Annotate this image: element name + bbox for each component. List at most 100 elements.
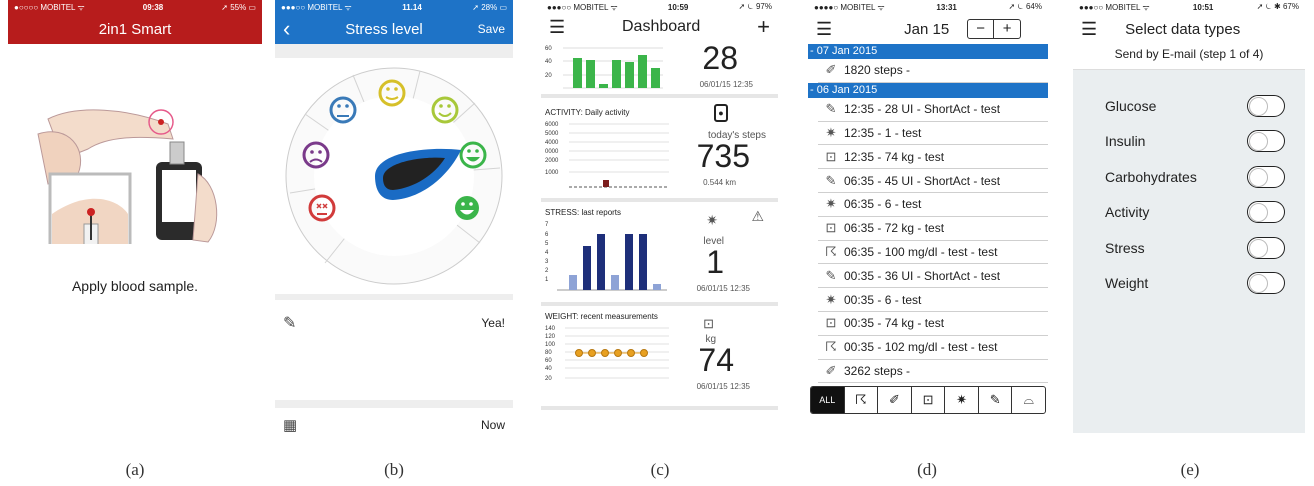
entry-list[interactable]: - 07 Jan 2015 ✐ 1820 steps -- 06 Jan 2015 ✎…	[808, 44, 1048, 384]
svg-text:60: 60	[545, 358, 552, 364]
list-item-text: 00:35 - 36 UI - ShortAct - test	[844, 268, 1001, 283]
list-item-text: 06:35 - 100 mg/dl - test - test	[844, 244, 998, 259]
list-item[interactable]: ☈ 06:35 - 100 mg/dl - test - test	[818, 241, 1048, 265]
bar	[625, 62, 634, 88]
battery-text: ➚ ⏾ 97%	[738, 2, 772, 11]
carrier-text: ●●●○○ MOBITEL ᯤ	[547, 2, 618, 12]
svg-text:1: 1	[545, 277, 549, 283]
stress-card[interactable]: STRESS: last reports 765 4321 ✷ ⚠ level …	[541, 202, 778, 306]
bread-icon[interactable]: ⌓	[1011, 387, 1045, 413]
svg-text:40: 40	[545, 366, 552, 372]
syringe-icon[interactable]: ✎	[977, 387, 1012, 413]
data-type-label: Weight	[1105, 275, 1149, 292]
menu-icon[interactable]: ☰	[816, 19, 832, 40]
screen-d: ●●●●○ MOBITEL ᯤ 13:31 ➚ ⏾ 64% ☰ Jan 15 −…	[808, 0, 1048, 433]
data-type-row: Weight	[1105, 266, 1285, 302]
data-type-label: Carbohydrates	[1105, 168, 1197, 185]
list-item-text: 06:35 - 72 kg - test	[844, 221, 945, 236]
nav-bar: ☰ Select data types	[1073, 14, 1305, 44]
divider	[275, 294, 513, 300]
toggle-switch[interactable]	[1247, 94, 1285, 117]
carrier-text: ●●●○○ MOBITEL ᯤ	[1079, 2, 1150, 12]
toggle-switch[interactable]	[1247, 236, 1285, 259]
next-button[interactable]: +	[994, 20, 1020, 38]
shoe-icon[interactable]: ✐	[877, 387, 911, 413]
caption-d: (d)	[917, 460, 937, 479]
list-item[interactable]: ✐ 1820 steps -	[818, 59, 1048, 83]
svg-text:7: 7	[545, 222, 549, 228]
toggle-switch[interactable]	[1247, 201, 1285, 224]
stress-chart: 7 6 5 4 3 2 1	[545, 222, 667, 291]
bar	[599, 84, 608, 88]
list-item[interactable]: ✐ 3262 steps -	[818, 360, 1048, 384]
add-icon[interactable]: +	[757, 14, 770, 40]
list-item[interactable]: ✎ 00:35 - 36 UI - ShortAct - test	[818, 264, 1048, 289]
carrier-text: ●●●●○ MOBITEL ᯤ	[814, 2, 885, 12]
date-value: Now	[480, 418, 505, 432]
nav-bar: ‹ Stress level Save	[275, 14, 513, 44]
battery-text: ➚ 55% ▭	[221, 2, 256, 12]
shoe-icon: ✐	[825, 362, 837, 378]
filter-all-button[interactable]: ALL	[811, 387, 844, 413]
bar	[603, 180, 609, 187]
weight-timestamp: 06/01/15 12:35	[696, 382, 750, 391]
svg-text:5: 5	[545, 241, 549, 247]
data-type-row: Activity	[1105, 195, 1285, 231]
caption-e: (e)	[1180, 460, 1200, 479]
smiley-very-happy-icon[interactable]	[455, 196, 479, 220]
scale-icon[interactable]: ⊡	[910, 387, 945, 413]
previous-button[interactable]: −	[968, 20, 995, 38]
list-item[interactable]: ✷ 12:35 - 1 - test	[818, 122, 1048, 146]
list-item[interactable]: ✷ 06:35 - 6 - test	[818, 193, 1048, 217]
activity-label: ACTIVITY: Daily activity	[545, 108, 630, 117]
toggle-switch[interactable]	[1247, 272, 1285, 295]
toggle-switch[interactable]	[1247, 130, 1285, 153]
glucose-value: 28	[702, 40, 738, 76]
list-item[interactable]: ✷ 00:35 - 6 - test	[818, 288, 1048, 312]
divider	[275, 44, 513, 58]
list-item[interactable]: ✎ 06:35 - 45 UI - ShortAct - test	[818, 169, 1048, 193]
point	[627, 349, 635, 357]
list-item-text: 06:35 - 6 - test	[844, 197, 922, 212]
blood-sample-illustration	[37, 109, 218, 244]
svg-text:4000: 4000	[545, 140, 559, 146]
date-stepper: − +	[967, 19, 1022, 39]
note-row[interactable]: ✎ Yea!	[275, 306, 513, 340]
save-button[interactable]: Save	[478, 22, 505, 36]
svg-text:2000: 2000	[545, 158, 559, 164]
activity-card[interactable]: ACTIVITY: Daily activity 6000 5000 4000 00…	[541, 98, 778, 202]
caption-b: (b)	[384, 460, 404, 479]
list-item-text: 12:35 - 74 kg - test	[844, 149, 945, 164]
point	[575, 349, 583, 357]
glucose-timestamp: 06/01/15 12:35	[699, 80, 753, 89]
battery-text: ➚ 28% ▭	[472, 2, 507, 12]
svg-text:5000: 5000	[545, 131, 559, 137]
back-icon[interactable]: ‹	[283, 16, 290, 42]
list-item[interactable]: ⊡ 12:35 - 74 kg - test	[818, 145, 1048, 170]
bar	[612, 60, 621, 88]
step-subtitle: Send by E-mail (step 1 of 4)	[1073, 44, 1305, 70]
stress-icon: ✷	[825, 124, 837, 140]
activity-chart: 6000 5000 4000 0000 2000 1000	[545, 122, 669, 188]
toggle-switch[interactable]	[1247, 165, 1285, 188]
status-bar: ●●●●○ MOBITEL ᯤ 13:31 ➚ ⏾ 64%	[808, 0, 1048, 14]
weight-card[interactable]: WEIGHT: recent measurements 140 120 100 80…	[541, 306, 778, 410]
stress-icon[interactable]: ✷	[944, 387, 978, 413]
glucose-chart: 60 40 20	[545, 46, 663, 89]
menu-icon[interactable]: ☰	[549, 17, 565, 38]
list-item[interactable]: ✎ 12:35 - 28 UI - ShortAct - test	[818, 98, 1048, 122]
date-row[interactable]: ▦ Now	[275, 408, 513, 433]
menu-icon[interactable]: ☰	[1081, 19, 1097, 40]
glucose-meter-icon[interactable]: ☈	[843, 387, 878, 413]
glucose-card[interactable]: 60 40 20 28 06/01/15 12:35	[541, 40, 778, 98]
list-item[interactable]: ⊡ 00:35 - 74 kg - test	[818, 312, 1048, 336]
list-item[interactable]: ☈ 00:35 - 102 mg/dl - test - test	[818, 336, 1048, 360]
svg-text:80: 80	[545, 350, 552, 356]
stress-wheel[interactable]	[275, 58, 513, 294]
svg-text:0000: 0000	[545, 149, 559, 155]
stress-value: 1	[706, 244, 724, 280]
bar	[597, 234, 605, 290]
list-item[interactable]: ⊡ 06:35 - 72 kg - test	[818, 217, 1048, 241]
filter-bar: ALL ☈ ✐ ⊡ ✷ ✎ ⌓	[810, 386, 1046, 414]
glucose-meter-icon: ☈	[825, 339, 837, 355]
